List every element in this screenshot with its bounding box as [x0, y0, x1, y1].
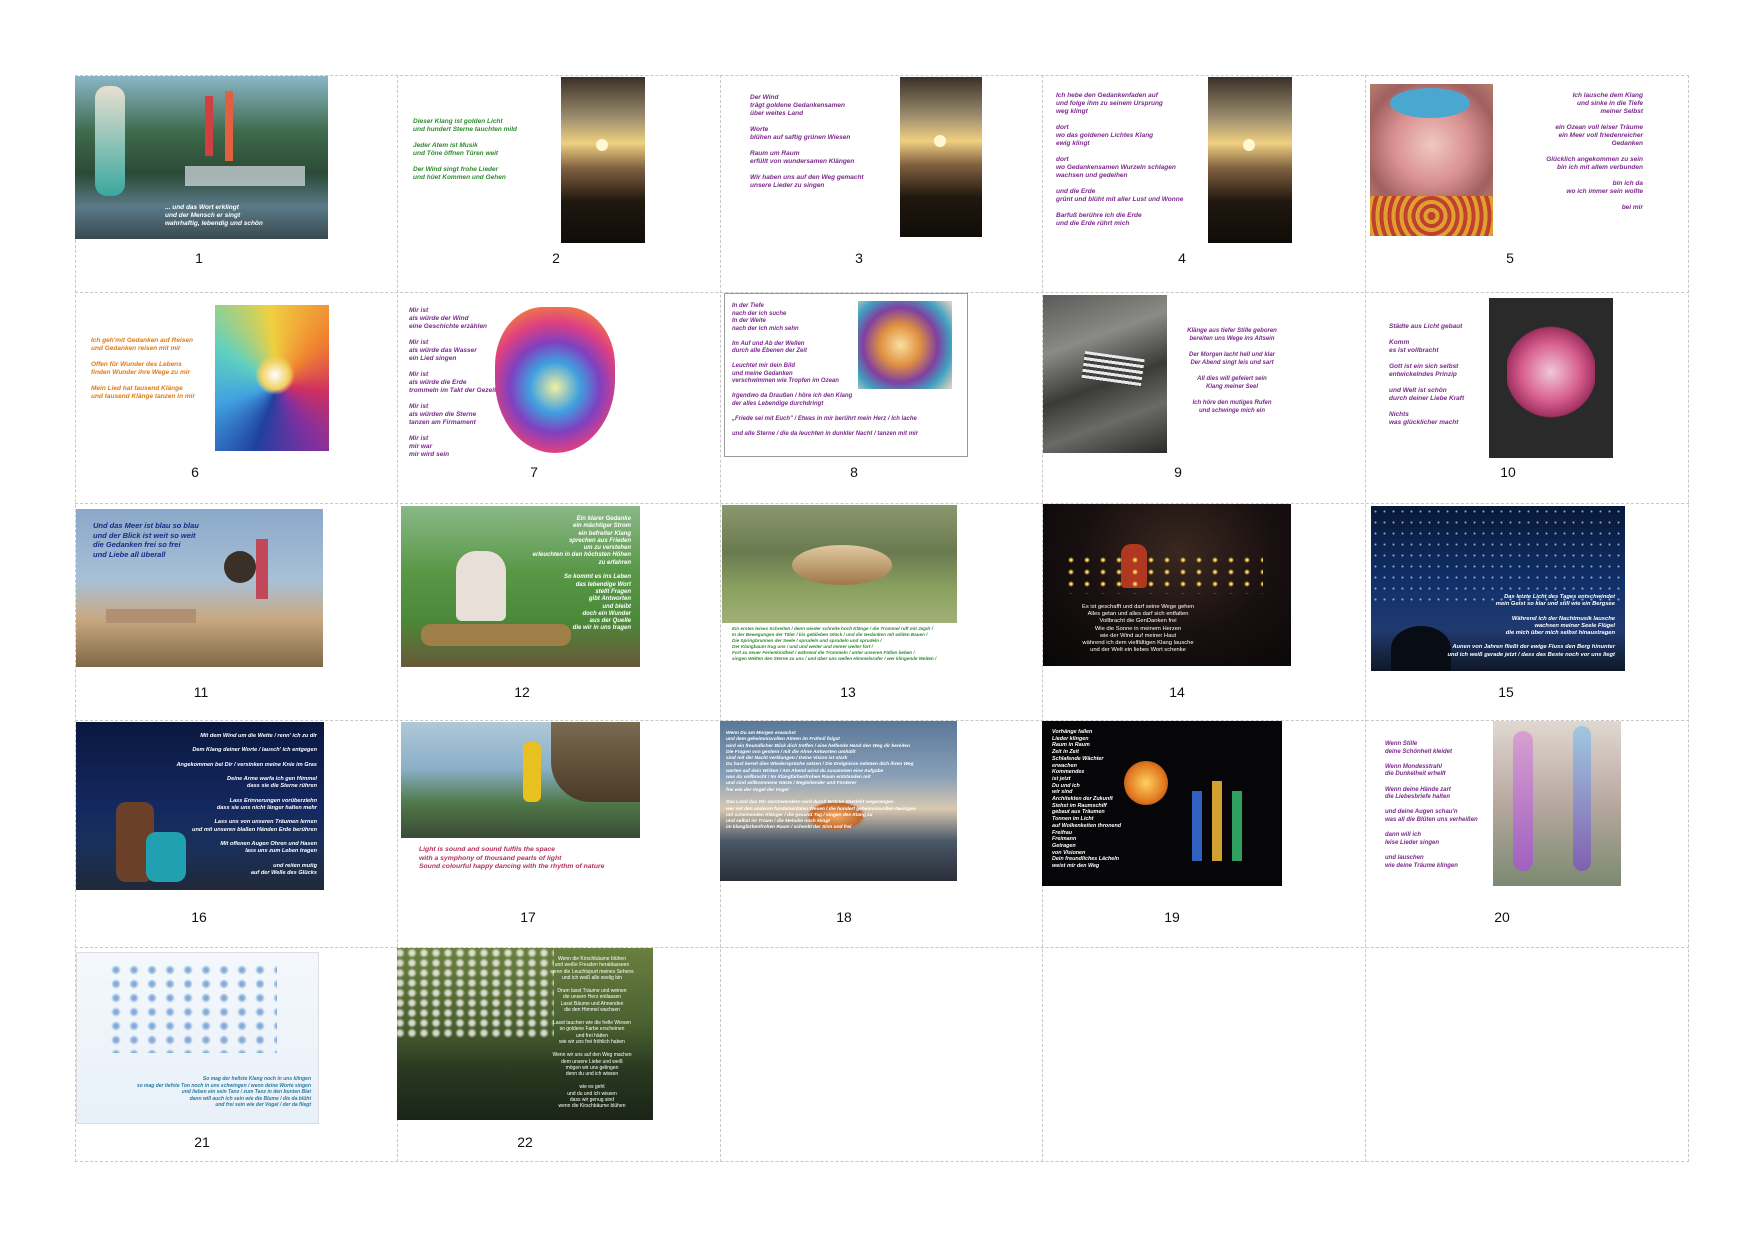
card-2[interactable]: Dieser Klang ist golden Licht und hunder… [397, 76, 720, 292]
card-caption: Dieser Klang ist golden Licht und hunder… [413, 118, 518, 181]
card-image [1489, 298, 1613, 458]
card-7[interactable]: Mir ist als würde der Wind eine Geschich… [397, 293, 720, 503]
card-caption: ... und das Wort erklingt und der Mensch… [165, 204, 263, 227]
card-caption: Der Wind trägt goldene Gedankensamen übe… [750, 94, 864, 189]
card-caption: Ein klarer Gedanke ein mächtiger Strom e… [532, 516, 631, 632]
card-number: 6 [191, 464, 199, 480]
card-image [722, 505, 957, 623]
card-number: 21 [194, 1134, 210, 1150]
card-11[interactable]: Und das Meer ist blau so blau und der Bl… [75, 504, 397, 720]
card-number: 19 [1164, 909, 1180, 925]
card-21[interactable]: So mag der hellste Klang noch in uns kli… [75, 948, 397, 1161]
card-number: 22 [517, 1134, 533, 1150]
card-caption: Ein erstes leises Schreiten / denn wiede… [732, 626, 937, 661]
card-caption: Mir ist als würde der Wind eine Geschich… [409, 307, 504, 458]
card-image [1493, 721, 1621, 886]
card-number: 13 [840, 684, 856, 700]
card-image [495, 307, 615, 453]
card-caption: Ich lausche dem Klang und sinke in die T… [1546, 92, 1643, 211]
card-14[interactable]: Es ist geschafft und darf seine Wege geh… [1042, 504, 1365, 720]
card-caption: Wenn Stille deine Schönheit kleidet Wenn… [1385, 741, 1478, 869]
grid-line [1688, 75, 1689, 1162]
card-3[interactable]: Der Wind trägt goldene Gedankensamen übe… [720, 76, 1042, 292]
card-image [561, 77, 645, 243]
card-caption: Ich hebe den Gedankenfaden auf und folge… [1056, 92, 1184, 227]
card-caption: Klänge aus tiefer Stille geboren bereite… [1187, 328, 1277, 414]
card-caption: Städte aus Licht gebaut Komm es ist voll… [1389, 323, 1465, 426]
card-caption: Und das Meer ist blau so blau und der Bl… [93, 521, 199, 559]
card-number: 2 [552, 250, 560, 266]
card-image [900, 77, 982, 237]
card-17[interactable]: Light is sound and sound fulfils the spa… [397, 721, 720, 947]
card-number: 16 [191, 909, 207, 925]
card-image [1208, 77, 1292, 243]
card-number: 14 [1169, 684, 1185, 700]
card-15[interactable]: Das letzte Licht des Tages entschwindet … [1365, 504, 1688, 720]
card-number: 20 [1494, 909, 1510, 925]
card-6[interactable]: Ich geh'mit Gedanken auf Reisen und Geda… [75, 293, 397, 503]
card-9[interactable]: Klänge aus tiefer Stille geboren bereite… [1042, 293, 1365, 503]
card-caption: Ich geh'mit Gedanken auf Reisen und Geda… [91, 337, 196, 400]
card-caption: Vorhänge fallen Lieder klingen Raum in R… [1052, 729, 1122, 870]
card-number: 5 [1506, 250, 1514, 266]
card-4[interactable]: Ich hebe den Gedankenfaden auf und folge… [1042, 76, 1365, 292]
card-20[interactable]: Wenn Stille deine Schönheit kleidet Wenn… [1365, 721, 1688, 947]
card-number: 4 [1178, 250, 1186, 266]
card-caption: Das letzte Licht des Tages entschwindet … [1447, 594, 1615, 658]
card-caption: Wenn die Kirschbäume blühen und weiße Fr… [550, 956, 634, 1110]
card-number: 3 [855, 250, 863, 266]
contact-sheet: ... und das Wort erklingt und der Mensch… [75, 75, 1689, 1162]
card-caption: Wenn Du am Morgen erwachst und dem gehei… [726, 731, 916, 831]
card-19[interactable]: Vorhänge fallen Lieder klingen Raum in R… [1042, 721, 1365, 947]
card-22[interactable]: Wenn die Kirschbäume blühen und weiße Fr… [397, 948, 720, 1161]
card-18[interactable]: Wenn Du am Morgen erwachst und dem gehei… [720, 721, 1042, 947]
card-image [1043, 295, 1167, 453]
card-16[interactable]: Mit dem Wind um die Wette / renn' ich zu… [75, 721, 397, 947]
card-number: 18 [836, 909, 852, 925]
card-number: 8 [850, 464, 858, 480]
card-number: 10 [1500, 464, 1516, 480]
card-number: 1 [195, 250, 203, 266]
card-image [401, 722, 640, 838]
card-8[interactable]: In der Tiefe nach der ich suche In der W… [720, 293, 1042, 503]
card-image [1370, 84, 1493, 236]
card-image [215, 305, 329, 451]
card-13[interactable]: Ein erstes leises Schreiten / denn wiede… [720, 504, 1042, 720]
card-1[interactable]: ... und das Wort erklingt und der Mensch… [75, 76, 397, 292]
card-12[interactable]: Ein klarer Gedanke ein mächtiger Strom e… [397, 504, 720, 720]
card-5[interactable]: Ich lausche dem Klang und sinke in die T… [1365, 76, 1688, 292]
card-caption: So mag der hellste Klang noch in uns kli… [136, 1076, 311, 1109]
card-caption: Mit dem Wind um die Wette / renn' ich zu… [176, 733, 317, 876]
card-number: 15 [1498, 684, 1514, 700]
card-caption: Es ist geschafft und darf seine Wege geh… [1082, 604, 1194, 654]
card-10[interactable]: Städte aus Licht gebaut Komm es ist voll… [1365, 293, 1688, 503]
card-number: 7 [530, 464, 538, 480]
card-number: 11 [193, 684, 209, 700]
card-number: 9 [1174, 464, 1182, 480]
grid-line [75, 1161, 1689, 1162]
card-number: 12 [514, 684, 530, 700]
card-number: 17 [520, 909, 536, 925]
card-image [858, 301, 952, 389]
card-caption: Light is sound and sound fulfils the spa… [419, 846, 605, 871]
